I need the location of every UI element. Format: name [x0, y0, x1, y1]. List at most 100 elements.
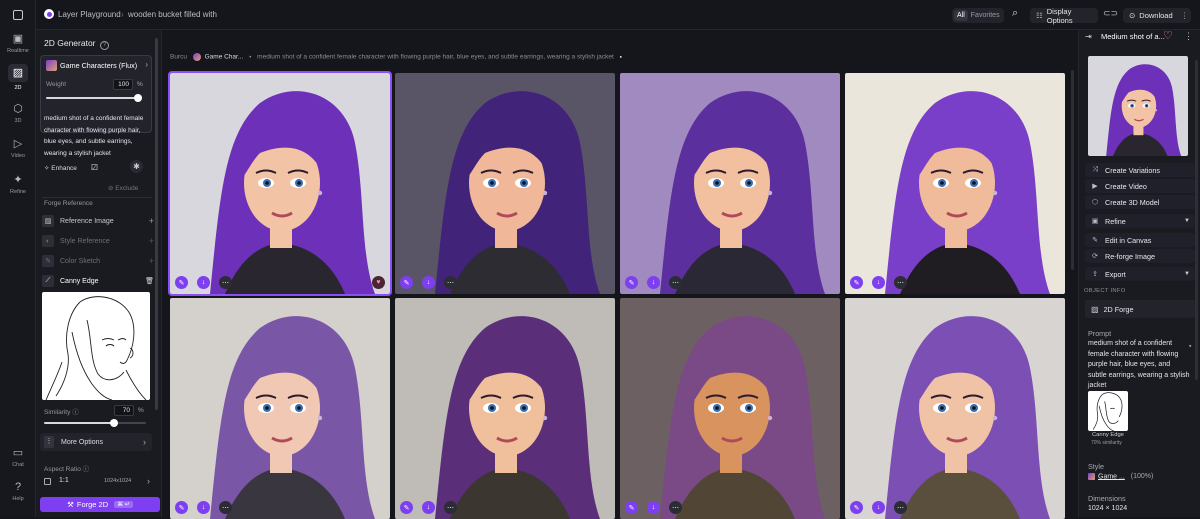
collapse-icon[interactable]: ⇥: [1085, 32, 1092, 41]
weight-slider[interactable]: [46, 94, 142, 102]
style-value[interactable]: Game ... (100%): [1088, 473, 1153, 480]
color-sketch-row[interactable]: ✎ Color Sketch +: [42, 253, 154, 269]
download-icon[interactable]: ↓: [197, 501, 210, 514]
action-refine[interactable]: ▣ Refine ▼: [1085, 214, 1195, 228]
rail-label: Chat: [12, 462, 24, 468]
breadcrumb-root[interactable]: Layer Playground: [58, 10, 121, 19]
rail-item-refine[interactable]: ✦ Refine: [0, 173, 36, 195]
sidebar-toggle-icon[interactable]: [13, 10, 23, 20]
exclude-button[interactable]: ⊘ Exclude: [108, 184, 138, 192]
aspect-ratio-selector[interactable]: 1:1 1024x1024 ›: [44, 476, 150, 488]
gallery-scrollbar[interactable]: [1071, 70, 1074, 270]
edit-icon[interactable]: ✎: [625, 501, 638, 514]
canny-edge-row[interactable]: ⟋ Canny Edge 🗑: [42, 273, 154, 289]
more-horizontal-icon[interactable]: ⋯: [669, 501, 682, 514]
action-re-forge-image[interactable]: ⟳ Re-forge Image: [1085, 249, 1195, 263]
action-label: Create Video: [1105, 181, 1147, 191]
action-create-variations[interactable]: ⤨ Create Variations: [1085, 163, 1195, 177]
download-icon[interactable]: ↓: [647, 501, 660, 514]
more-vertical-icon[interactable]: ⋮: [1184, 31, 1193, 42]
download-icon[interactable]: ↓: [872, 276, 885, 289]
rail-item-2d[interactable]: ▨ 2D: [0, 64, 36, 91]
heart-icon[interactable]: ♡: [1163, 29, 1173, 42]
more-options-button[interactable]: ⋮ More Options ›: [40, 433, 152, 451]
rail-item-3d[interactable]: ⬡ 3D: [0, 102, 36, 124]
prompt-preview[interactable]: medium shot of a confident female charac…: [257, 54, 614, 61]
more-horizontal-icon[interactable]: ⋯: [219, 276, 232, 289]
download-label: Download: [1139, 11, 1173, 20]
panel-scrollbar[interactable]: [1195, 60, 1198, 380]
prompt-text[interactable]: medium shot of a confident female charac…: [44, 113, 152, 159]
gallery-tile[interactable]: ✎ ↓ ⋯: [395, 73, 615, 294]
filter-favorites[interactable]: Favorites: [968, 12, 1003, 19]
gallery-tile[interactable]: ✎ ↓ ⋯: [845, 298, 1065, 519]
similarity-slider[interactable]: [44, 419, 146, 427]
edit-icon[interactable]: ✎: [625, 276, 638, 289]
action-create-3d-model[interactable]: ⬡ Create 3D Model: [1085, 195, 1195, 209]
gallery-tile[interactable]: ✎ ↓ ⋯ ♥: [168, 71, 392, 296]
edit-icon[interactable]: ✎: [400, 276, 413, 289]
more-horizontal-icon[interactable]: ⋯: [444, 276, 457, 289]
action-create-video[interactable]: ▶ Create Video: [1085, 179, 1195, 193]
action-export[interactable]: ⇪ Export ▼: [1085, 267, 1195, 281]
download-icon[interactable]: ↓: [197, 276, 210, 289]
download-button[interactable]: ⊙ Download ⋮: [1123, 8, 1191, 23]
reference-image-row[interactable]: ▨ Reference Image +: [42, 213, 154, 229]
rail-item-help[interactable]: ? Help: [0, 481, 36, 502]
more-horizontal-icon[interactable]: ⋯: [894, 501, 907, 514]
more-horizontal-icon[interactable]: ⋯: [894, 276, 907, 289]
app-logo[interactable]: [44, 9, 54, 19]
filter-all[interactable]: All: [954, 10, 968, 21]
breadcrumb-current[interactable]: wooden bucket filled with: [128, 10, 217, 19]
edit-icon[interactable]: ✎: [850, 276, 863, 289]
edit-icon[interactable]: ✎: [400, 501, 413, 514]
copy-icon[interactable]: ▪: [620, 54, 622, 61]
edit-icon[interactable]: ✎: [175, 501, 188, 514]
gallery-tile[interactable]: ✎ ↓ ⋯: [620, 298, 840, 519]
download-icon[interactable]: ↓: [422, 501, 435, 514]
heart-icon[interactable]: ♥: [372, 276, 385, 289]
rail-item-video[interactable]: ▷ Video: [0, 137, 36, 159]
rail-item-chat[interactable]: ▭ Chat: [0, 446, 36, 468]
weight-slider-knob[interactable]: [134, 94, 142, 102]
action-edit-in-canvas[interactable]: ✎ Edit in Canvas: [1085, 233, 1195, 247]
similarity-slider-knob[interactable]: [109, 419, 118, 427]
enhance-button[interactable]: ✧ Enhance: [44, 164, 77, 172]
gallery-tile[interactable]: ✎ ↓ ⋯: [170, 298, 390, 519]
forge-2d-button[interactable]: ⚒ Forge 2D ⌘ ↵: [40, 497, 160, 512]
trash-icon[interactable]: 🗑: [145, 277, 154, 285]
edit-icon[interactable]: ✎: [175, 276, 188, 289]
download-icon[interactable]: ↓: [422, 276, 435, 289]
style-reference-row[interactable]: ◐ Style Reference +: [42, 233, 154, 249]
author-name[interactable]: Burcu: [170, 54, 187, 61]
gallery-tile[interactable]: ✎ ↓ ⋯: [395, 298, 615, 519]
more-horizontal-icon[interactable]: ⋯: [669, 276, 682, 289]
dice-icon[interactable]: ⚂: [91, 163, 98, 172]
reference-thumbnail[interactable]: [1088, 391, 1128, 431]
more-horizontal-icon[interactable]: ⋯: [444, 501, 457, 514]
link-icon[interactable]: ⊂⊃: [1103, 9, 1118, 18]
aspect-ratio-label: Aspect Ratio ⓘ: [44, 466, 90, 473]
search-icon[interactable]: ⌕: [1012, 8, 1018, 19]
gallery-tile[interactable]: ✎ ↓ ⋯: [845, 73, 1065, 294]
add-icon[interactable]: +: [149, 256, 154, 266]
panel-scrollbar[interactable]: [155, 38, 158, 410]
canny-edge-preview[interactable]: [42, 292, 150, 400]
more-horizontal-icon[interactable]: ⋯: [219, 501, 232, 514]
more-vertical-icon[interactable]: ⋮: [1181, 11, 1189, 20]
edit-icon[interactable]: ✎: [850, 501, 863, 514]
reforge-icon: ⟳: [1092, 253, 1098, 260]
download-icon[interactable]: ↓: [647, 276, 660, 289]
weight-input[interactable]: 100: [113, 79, 133, 90]
model-chip[interactable]: Game Char...: [205, 54, 244, 61]
display-options-button[interactable]: ☷ Display Options: [1030, 7, 1098, 25]
add-icon[interactable]: +: [149, 236, 154, 246]
add-icon[interactable]: +: [149, 216, 154, 226]
selected-image-preview[interactable]: [1088, 56, 1188, 156]
help-circle-icon[interactable]: ?: [99, 41, 109, 50]
download-icon[interactable]: ↓: [872, 501, 885, 514]
settings-icon[interactable]: ✱: [130, 160, 143, 173]
rail-item-realtime[interactable]: ▣ Realtime: [0, 32, 36, 54]
gallery-tile[interactable]: ✎ ↓ ⋯: [620, 73, 840, 294]
similarity-input[interactable]: 70: [114, 405, 134, 416]
